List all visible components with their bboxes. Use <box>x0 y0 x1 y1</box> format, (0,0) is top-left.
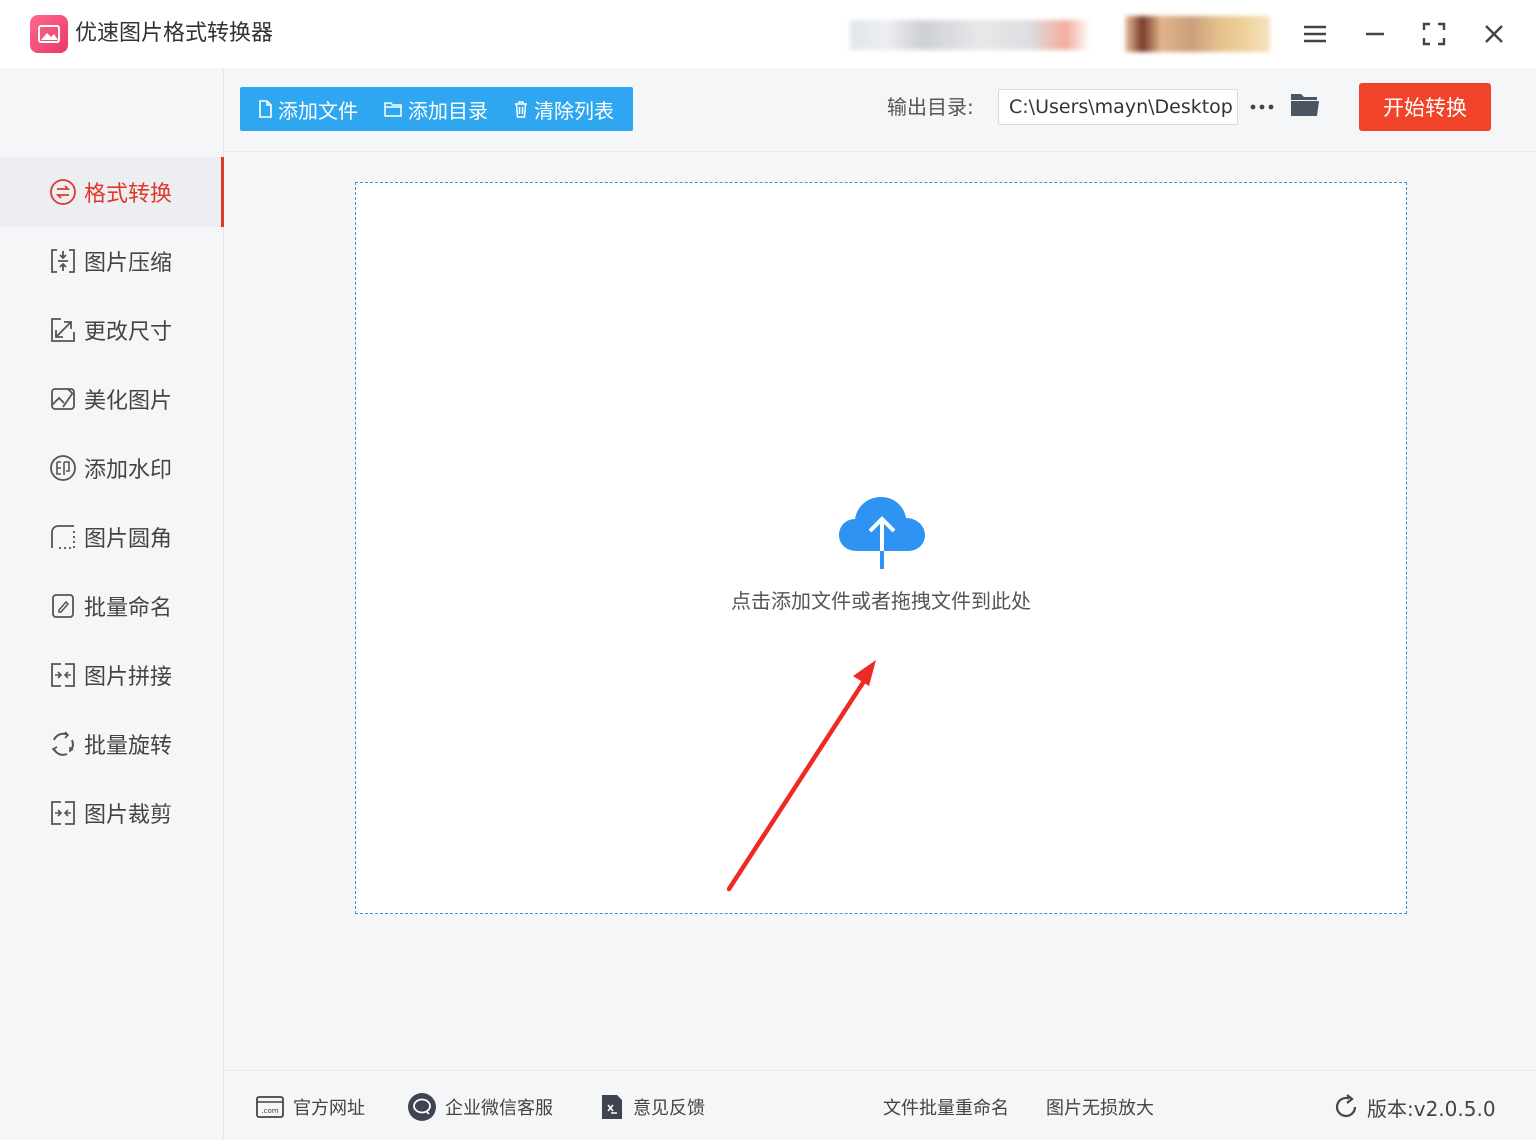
sidebar-item-round-corner[interactable]: 图片圆角 <box>0 502 224 572</box>
file-drop-zone[interactable]: 点击添加文件或者拖拽文件到此处 <box>355 182 1407 914</box>
sidebar-item-label: 格式转换 <box>84 182 173 207</box>
minimize-icon <box>1366 32 1384 36</box>
rename-icon <box>48 591 78 621</box>
sidebar-item-label: 批量命名 <box>84 596 173 621</box>
sidebar-item-label: 图片压缩 <box>84 251 173 276</box>
website-icon: .com <box>256 1096 284 1118</box>
add-directory-button[interactable]: 添加目录 <box>358 87 488 131</box>
fullscreen-icon <box>1422 22 1446 46</box>
open-folder-button[interactable] <box>1289 90 1325 122</box>
sidebar-item-watermark[interactable]: 添加水印 <box>0 433 224 503</box>
resize-icon <box>48 315 78 345</box>
sidebar-item-label: 添加水印 <box>84 458 173 483</box>
sidebar-item-rename[interactable]: 批量命名 <box>0 571 224 641</box>
folder-outline-icon <box>384 102 402 117</box>
sidebar-item-label: 图片裁剪 <box>84 803 173 828</box>
folder-icon <box>1291 94 1319 116</box>
rotate-icon <box>48 729 78 759</box>
feedback-label: 意见反馈 <box>633 1098 705 1119</box>
sidebar-item-format-convert[interactable]: 格式转换 <box>0 157 224 227</box>
compress-icon <box>48 246 78 276</box>
sidebar-item-label: 更改尺寸 <box>84 320 173 345</box>
sidebar-item-crop[interactable]: 图片裁剪 <box>0 778 224 848</box>
lossless-upscale-link[interactable]: 图片无损放大 <box>1046 1092 1154 1122</box>
stitch-icon <box>48 660 78 690</box>
file-button-group: 添加文件 添加目录 清除列表 <box>240 87 633 131</box>
sidebar-item-rotate[interactable]: 批量旋转 <box>0 709 224 779</box>
app-logo-icon <box>30 15 68 53</box>
title-bar: 优速图片格式转换器 <box>0 0 1536 68</box>
round-corner-icon <box>48 522 78 552</box>
batch-rename-link[interactable]: 文件批量重命名 <box>883 1092 1009 1122</box>
watermark-icon <box>48 453 78 483</box>
add-directory-label: 添加目录 <box>408 98 488 123</box>
minimize-button[interactable] <box>1357 16 1393 52</box>
feedback-link[interactable]: 意见反馈 <box>599 1092 705 1122</box>
add-file-button[interactable]: 添加文件 <box>240 87 358 131</box>
close-icon <box>1485 25 1503 43</box>
add-file-label: 添加文件 <box>278 98 358 123</box>
svg-text:.com: .com <box>261 1107 278 1115</box>
output-dir-input[interactable]: C:\Users\mayn\Desktop <box>998 89 1238 125</box>
refresh-icon <box>1335 1094 1357 1118</box>
batch-rename-label: 文件批量重命名 <box>883 1098 1009 1119</box>
clear-list-label: 清除列表 <box>534 98 614 123</box>
version-info[interactable]: 版本:v2.0.5.0 <box>1333 1092 1496 1122</box>
toolbar: 添加文件 添加目录 清除列表 输出目录: C:\Users\mayn\Deskt… <box>225 68 1536 152</box>
wechat-support-label: 企业微信客服 <box>445 1098 553 1119</box>
sidebar-item-stitch[interactable]: 图片拼接 <box>0 640 224 710</box>
file-icon <box>259 100 272 118</box>
sidebar-item-label: 美化图片 <box>84 389 173 414</box>
sidebar-item-label: 图片拼接 <box>84 665 173 690</box>
crop-icon <box>48 798 78 828</box>
sidebar-item-resize[interactable]: 更改尺寸 <box>0 295 224 365</box>
version-label: 版本:v2.0.5.0 <box>1367 1096 1496 1121</box>
sidebar-item-label: 图片圆角 <box>84 527 173 552</box>
app-title: 优速图片格式转换器 <box>75 21 274 46</box>
swap-circle-icon <box>48 177 78 207</box>
red-arrow-annotation <box>726 660 876 892</box>
menu-button[interactable] <box>1297 16 1333 52</box>
sidebar: 格式转换 图片压缩 更改尺寸 美化图片 添加水印 图片圆角 批量命名 图片拼接 … <box>0 68 224 1140</box>
official-website-label: 官方网址 <box>293 1098 365 1119</box>
maximize-button[interactable] <box>1416 16 1452 52</box>
sidebar-item-beautify[interactable]: 美化图片 <box>0 364 224 434</box>
trash-icon <box>515 101 527 118</box>
start-convert-button[interactable]: 开始转换 <box>1359 83 1491 131</box>
wechat-icon <box>408 1093 436 1121</box>
feedback-icon <box>602 1095 622 1119</box>
close-button[interactable] <box>1476 16 1512 52</box>
wechat-support-link[interactable]: 企业微信客服 <box>407 1092 553 1122</box>
output-dir-label: 输出目录: <box>887 95 974 119</box>
sidebar-item-compress[interactable]: 图片压缩 <box>0 226 224 296</box>
more-dots-icon <box>1250 104 1274 110</box>
browse-more-button[interactable] <box>1247 92 1277 122</box>
sidebar-item-label: 批量旋转 <box>84 734 173 759</box>
blurred-user-info <box>850 20 1090 50</box>
menu-icon <box>1304 25 1326 43</box>
clear-list-button[interactable]: 清除列表 <box>488 87 614 131</box>
footer-bar: .com 官方网址 企业微信客服 意见反馈 文件批量重命名 图片无损放大 版本:… <box>225 1070 1536 1140</box>
blurred-avatar-banner <box>1125 16 1270 52</box>
lossless-upscale-label: 图片无损放大 <box>1046 1098 1154 1119</box>
beautify-icon <box>48 384 78 414</box>
official-website-link[interactable]: .com 官方网址 <box>255 1092 365 1122</box>
